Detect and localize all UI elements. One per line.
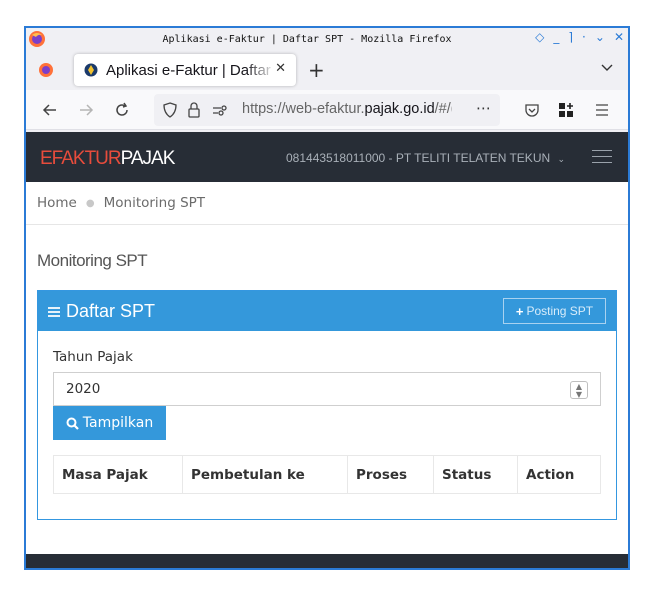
pocket-icon	[525, 104, 539, 117]
posting-spt-label: Posting SPT	[526, 304, 594, 318]
plus-icon: +	[515, 303, 524, 319]
firefox-logo-icon	[29, 31, 45, 47]
reload-icon	[116, 102, 128, 116]
breadcrumb-current: Monitoring SPT	[103, 195, 206, 211]
col-pembetulan-ke[interactable]: Pembetulan ke	[182, 455, 348, 494]
keep-above-icon[interactable]: ◇	[535, 30, 544, 44]
app-footer	[26, 554, 628, 568]
tab-close-icon[interactable]: ✕	[275, 61, 286, 76]
page-actions-icon[interactable]: ⋯	[476, 99, 492, 117]
spt-table: Masa Pajak Pembetulan ke Proses Status A…	[53, 455, 601, 494]
app-header: EFAKTURPAJAK 081443518011000 - PT TELITI…	[26, 132, 628, 182]
djp-favicon-icon	[84, 63, 98, 77]
web-page: EFAKTURPAJAK 081443518011000 - PT TELITI…	[26, 132, 628, 568]
breadcrumb: Home ● Monitoring SPT	[26, 182, 628, 225]
panel-title: Daftar SPT	[48, 301, 155, 322]
minimize-icon[interactable]: _	[553, 30, 559, 44]
tab-title: Aplikasi e-Faktur | Daftar SPT	[106, 61, 276, 79]
tampilkan-label: Tampilkan	[82, 415, 154, 431]
tab-strip: Aplikasi e-Faktur | Daftar SPT ✕ +	[26, 50, 628, 90]
daftar-spt-panel: Daftar SPT + Posting SPT Tahun Pajak 202…	[37, 290, 617, 520]
shade-icon[interactable]: ⌄	[595, 30, 605, 44]
brand-logo[interactable]: EFAKTURPAJAK	[40, 148, 175, 170]
sidebar-toggle-icon[interactable]	[592, 150, 612, 164]
chevron-down-icon: ⌄	[557, 154, 566, 164]
window-titlebar: Aplikasi e-Faktur | Daftar SPT - Mozilla…	[26, 28, 628, 50]
list-all-tabs-icon[interactable]	[600, 60, 614, 74]
back-button[interactable]	[40, 100, 60, 120]
number-spinner-icon[interactable]: ▲ ▼	[570, 381, 588, 399]
table-header-row: Masa Pajak Pembetulan ke Proses Status A…	[53, 455, 601, 494]
close-window-icon[interactable]: ✕	[614, 30, 624, 44]
forward-arrow-icon	[80, 104, 94, 116]
col-action[interactable]: Action	[517, 455, 601, 494]
posting-spt-button[interactable]: + Posting SPT	[503, 298, 606, 324]
browser-tab-active[interactable]: Aplikasi e-Faktur | Daftar SPT ✕	[74, 54, 296, 86]
maximize-icon[interactable]: ⌉	[568, 30, 573, 44]
reload-button[interactable]	[112, 100, 132, 120]
panel-header: Daftar SPT + Posting SPT	[38, 291, 616, 331]
window-controls: ◇ _ ⌉ · ⌄ ✕	[535, 30, 624, 44]
new-tab-button[interactable]: +	[308, 58, 325, 82]
tampilkan-button[interactable]: Tampilkan	[53, 406, 166, 440]
col-proses[interactable]: Proses	[347, 455, 434, 494]
user-menu[interactable]: 081443518011000 - PT TELITI TELATEN TEKU…	[286, 151, 565, 165]
list-icon	[48, 306, 60, 317]
back-arrow-icon	[42, 104, 56, 116]
breadcrumb-separator-icon: ●	[85, 197, 95, 209]
app-menu-button[interactable]	[592, 100, 612, 120]
tahun-pajak-label: Tahun Pajak	[53, 349, 133, 365]
user-info-text: 081443518011000 - PT TELITI TELATEN TEKU…	[286, 151, 551, 165]
col-masa-pajak[interactable]: Masa Pajak	[53, 455, 183, 494]
pocket-button[interactable]	[522, 100, 542, 120]
tahun-pajak-value: 2020	[66, 381, 101, 397]
shield-icon[interactable]	[162, 102, 178, 118]
search-icon	[66, 417, 79, 430]
tahun-pajak-input[interactable]: 2020 ▲ ▼	[53, 372, 601, 406]
browser-window: Aplikasi e-Faktur | Daftar SPT - Mozilla…	[24, 26, 630, 570]
extensions-icon	[559, 103, 573, 117]
extensions-button[interactable]	[556, 100, 576, 120]
url-text[interactable]: https://web-efaktur.pajak.go.id/#/(	[242, 101, 452, 117]
dot-icon[interactable]: ·	[582, 30, 586, 44]
navigation-toolbar: https://web-efaktur.pajak.go.id/#/( ⋯	[26, 90, 628, 130]
hamburger-menu-icon	[596, 104, 608, 116]
url-bar[interactable]: https://web-efaktur.pajak.go.id/#/( ⋯	[154, 94, 500, 126]
firefox-view-icon[interactable]	[38, 62, 54, 78]
col-status[interactable]: Status	[433, 455, 518, 494]
lock-icon[interactable]	[186, 101, 202, 119]
forward-button[interactable]	[76, 100, 96, 120]
breadcrumb-home[interactable]: Home	[37, 195, 77, 211]
page-title: Monitoring SPT	[37, 251, 148, 270]
permissions-icon[interactable]	[212, 103, 228, 117]
